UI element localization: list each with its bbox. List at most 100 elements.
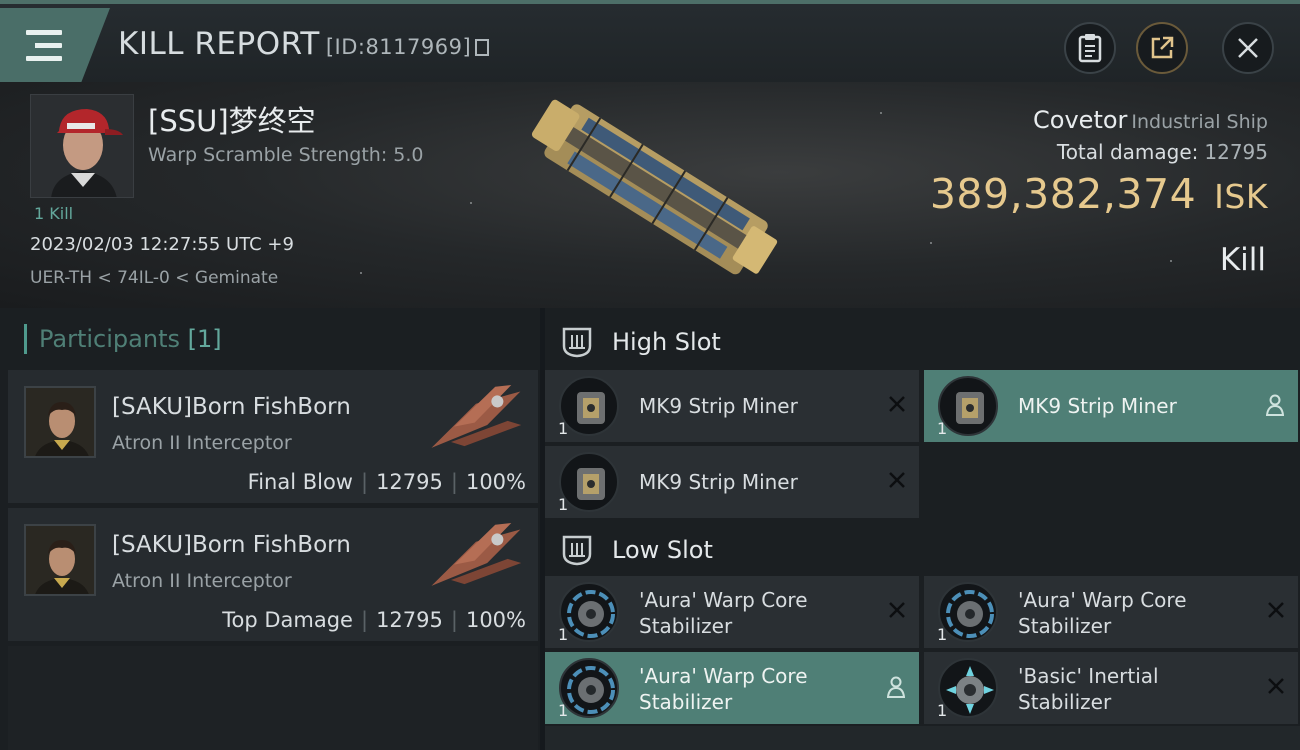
module-slot[interactable]: 1 MK9 Strip Miner: [545, 446, 919, 518]
remove-icon[interactable]: [1266, 676, 1286, 696]
warp-core-stabilizer-img: [946, 590, 994, 638]
low-slot-header: Low Slot: [545, 520, 1300, 580]
next-slot-header-peek: [545, 726, 1300, 750]
clipboard-button[interactable]: [1064, 22, 1116, 74]
victim-banner: [SSU]梦终空 Warp Scramble Strength: 5.0 1 K…: [0, 82, 1300, 308]
module-name-line2: Stabilizer: [1018, 690, 1112, 714]
module-quantity: 1: [558, 495, 569, 514]
victim-portrait[interactable]: [30, 94, 134, 198]
module-slot[interactable]: 1 'Aura' Warp Core Stabilizer: [924, 576, 1298, 648]
isk-currency: ISK: [1214, 177, 1268, 216]
module-quantity: 1: [937, 625, 948, 644]
high-slot-title: High Slot: [612, 328, 721, 356]
module-name: 'Basic' Inertial: [1018, 664, 1159, 688]
module-slot[interactable]: 1 'Basic' Inertial Stabilizer: [924, 652, 1298, 724]
module-slot-selected[interactable]: 1 MK9 Strip Miner: [924, 370, 1298, 442]
low-slot-icon: [562, 535, 592, 566]
participant-role: Top Damage: [222, 608, 353, 632]
remove-icon[interactable]: [887, 470, 907, 490]
strip-miner-img: [577, 468, 605, 500]
warp-core-stabilizer-img: [567, 590, 615, 638]
victim-ship-render: [531, 99, 778, 275]
title-text: KILL REPORT: [118, 26, 320, 62]
participant-portrait-img: [26, 388, 94, 456]
participant-damage: 12795: [376, 608, 443, 632]
fitting-panel: High Slot 1 MK9 Strip Miner 1 MK9 Strip …: [545, 308, 1300, 750]
module-name: 'Aura' Warp Core: [639, 588, 808, 612]
participant-percent: 100%: [465, 608, 526, 632]
high-slot-icon: [562, 327, 592, 358]
participant-avatar: [24, 524, 96, 596]
page-title: KILL REPORT [ID:8117969]: [118, 26, 490, 62]
victim-avatar: [31, 95, 133, 197]
participant-stats: Final Blow | 12795 | 100%: [248, 470, 526, 494]
close-icon: [1238, 38, 1258, 58]
module-name-line2: Stabilizer: [639, 614, 733, 638]
star: [360, 272, 362, 274]
inertial-stabilizer-img: [946, 666, 994, 714]
star: [470, 202, 472, 204]
high-slot-header: High Slot: [545, 312, 1300, 372]
participant-ship: Atron II Interceptor: [112, 570, 292, 592]
module-slot-selected[interactable]: 1 'Aura' Warp Core Stabilizer: [545, 652, 919, 724]
participant-name[interactable]: [SAKU]Born FishBorn: [112, 394, 351, 420]
participant-stats: Top Damage | 12795 | 100%: [222, 608, 526, 632]
menu-icon: [26, 30, 62, 35]
module-name: MK9 Strip Miner: [1018, 394, 1177, 418]
participants-list-end: [8, 646, 538, 750]
participant-damage: 12795: [376, 470, 443, 494]
module-name: 'Aura' Warp Core: [639, 664, 808, 688]
participant-card[interactable]: [SAKU]Born FishBorn Atron II Interceptor…: [8, 508, 538, 642]
module-name: MK9 Strip Miner: [639, 470, 798, 494]
isk-amount: 389,382,374: [929, 170, 1197, 218]
separator: |: [450, 470, 458, 494]
participant-card[interactable]: [SAKU]Born FishBorn Atron II Interceptor…: [8, 370, 538, 504]
module-quantity: 1: [558, 625, 569, 644]
total-damage-value: 12795: [1204, 140, 1268, 164]
victim-ship[interactable]: Covetor Industrial Ship: [1033, 106, 1268, 134]
menu-icon-notch: [26, 41, 35, 50]
report-id: [ID:8117969]: [325, 35, 472, 59]
module-name: MK9 Strip Miner: [639, 394, 798, 418]
share-icon: [1151, 36, 1174, 59]
separator: |: [450, 608, 458, 632]
participant-ship-render: [431, 384, 522, 448]
low-slot-title: Low Slot: [612, 536, 713, 564]
total-damage-label: Total damage:: [1056, 140, 1199, 164]
module-quantity: 1: [937, 701, 948, 720]
share-button[interactable]: [1136, 22, 1188, 74]
copy-icon[interactable]: [475, 39, 490, 56]
module-quantity: 1: [937, 419, 948, 438]
separator: |: [360, 608, 369, 632]
module-slot[interactable]: 1 'Aura' Warp Core Stabilizer: [545, 576, 919, 648]
kill-datetime: 2023/02/03 12:27:55 UTC +9: [30, 234, 294, 255]
participant-percent: 100%: [465, 470, 526, 494]
remove-icon[interactable]: [1266, 600, 1286, 620]
warp-core-stabilizer-img: [567, 666, 615, 714]
close-button[interactable]: [1222, 22, 1274, 74]
victim-name[interactable]: [SSU]梦终空: [148, 98, 316, 140]
participant-avatar: [24, 386, 96, 458]
participant-portrait-img: [26, 526, 94, 594]
person-icon: [1266, 394, 1284, 416]
module-name-line2: Stabilizer: [1018, 614, 1112, 638]
module-slot[interactable]: 1 MK9 Strip Miner: [545, 370, 919, 442]
participant-ship-render: [431, 522, 522, 586]
module-quantity: 1: [558, 701, 569, 720]
module-quantity: 1: [558, 419, 569, 438]
participant-ship: Atron II Interceptor: [112, 432, 292, 454]
separator: |: [360, 470, 369, 494]
victim-kills: 1 Kill: [34, 204, 74, 223]
menu-button[interactable]: [0, 8, 110, 82]
participants-header: Participants [1]: [24, 324, 222, 354]
total-damage: Total damage: 12795: [1057, 140, 1268, 164]
remove-icon[interactable]: [887, 600, 907, 620]
strip-miner-img: [577, 392, 605, 424]
participants-count: [1]: [187, 325, 222, 353]
kill-result: Kill: [1219, 242, 1266, 278]
ship-name: Covetor: [1033, 106, 1128, 134]
remove-icon[interactable]: [887, 394, 907, 414]
kill-location[interactable]: UER-TH < 74IL-0 < Geminate: [30, 268, 278, 288]
participant-name[interactable]: [SAKU]Born FishBorn: [112, 532, 351, 558]
star: [1170, 260, 1172, 262]
